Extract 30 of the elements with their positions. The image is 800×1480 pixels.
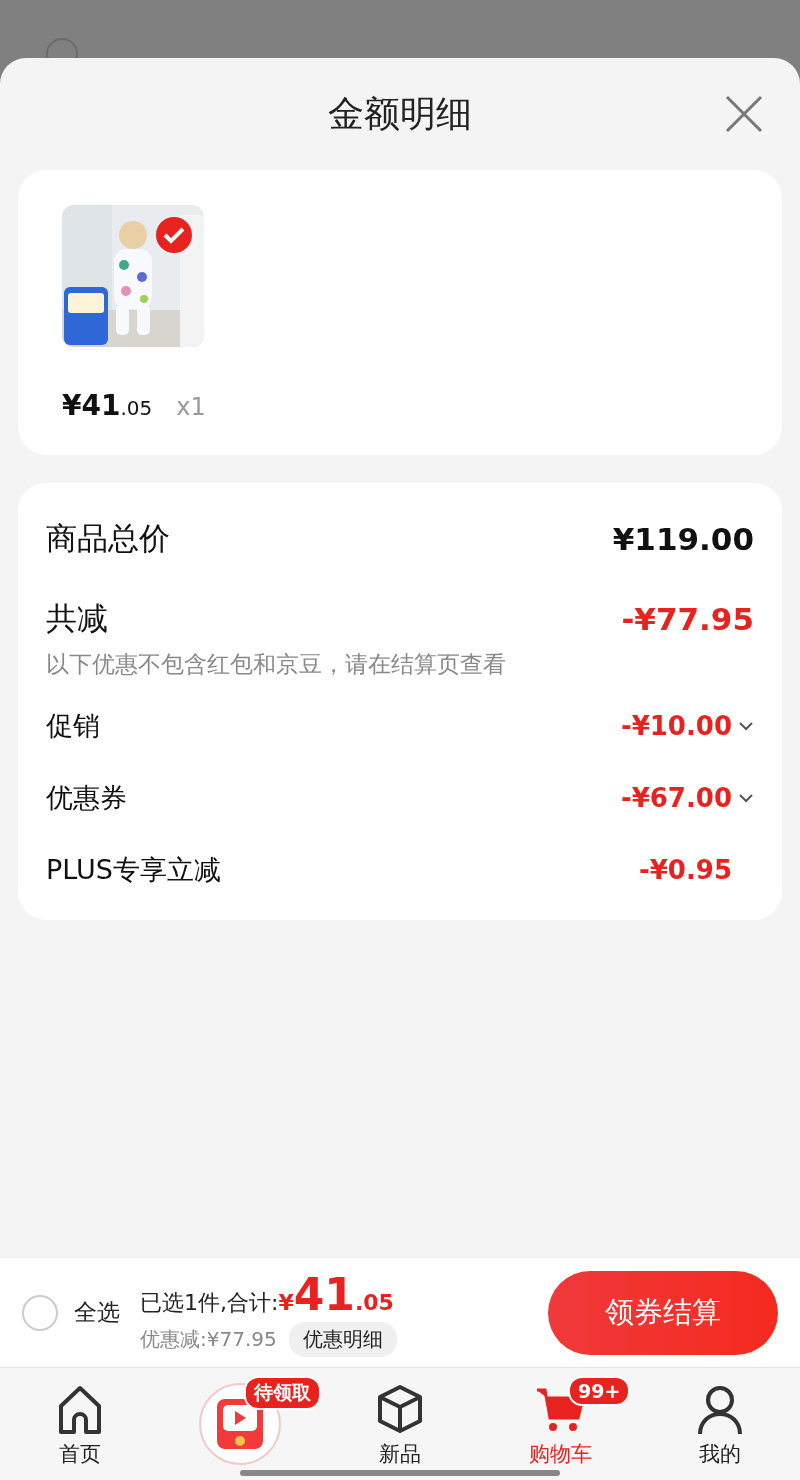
checkout-button[interactable]: 领券结算 [548,1270,778,1355]
total-price: ¥41.05 [278,1268,394,1320]
selected-count: 已选1件,合计: [140,1288,279,1317]
chevron-down-icon[interactable] [738,721,754,731]
summary-label: 优惠券 [46,781,127,815]
summary-label: PLUS专享立减 [46,853,221,887]
notification-badge: 99+ [568,1376,631,1406]
nav-tab[interactable]: 我的 [640,1368,800,1480]
discount-total: 优惠减:¥77.95 [140,1325,277,1353]
summary-label: 促销 [46,709,100,743]
summary-amount: ¥119.00 [612,521,754,557]
chevron-down-icon[interactable] [738,793,754,803]
summary-note: 以下优惠不包含红包和京豆，请在结算页查看 [46,650,507,679]
summary-amount: -¥77.95 [621,601,754,637]
notification-badge: 待领取 [244,1376,321,1410]
checkmark-icon[interactable] [156,217,192,253]
discount-details-button[interactable]: 优惠明细 [288,1321,397,1357]
close-button[interactable] [724,94,764,134]
nav-tab[interactable]: 首页 [0,1368,160,1480]
summary-amount: -¥67.00 [620,783,732,813]
promo-tab[interactable]: 待领取 [160,1368,320,1480]
summary-amount: -¥0.95 [638,855,732,885]
summary-amount: -¥10.00 [620,711,732,741]
nav-tab[interactable]: 新品 [320,1368,480,1480]
select-all-checkbox[interactable]: 全选 [22,1294,120,1331]
item-price: ¥41.05 [62,389,153,422]
sheet-title: 金额明细 [328,91,472,136]
summary-label: 商品总价 [46,519,170,558]
summary-label: 共减 [46,599,108,638]
item-quantity: x1 [176,393,206,421]
